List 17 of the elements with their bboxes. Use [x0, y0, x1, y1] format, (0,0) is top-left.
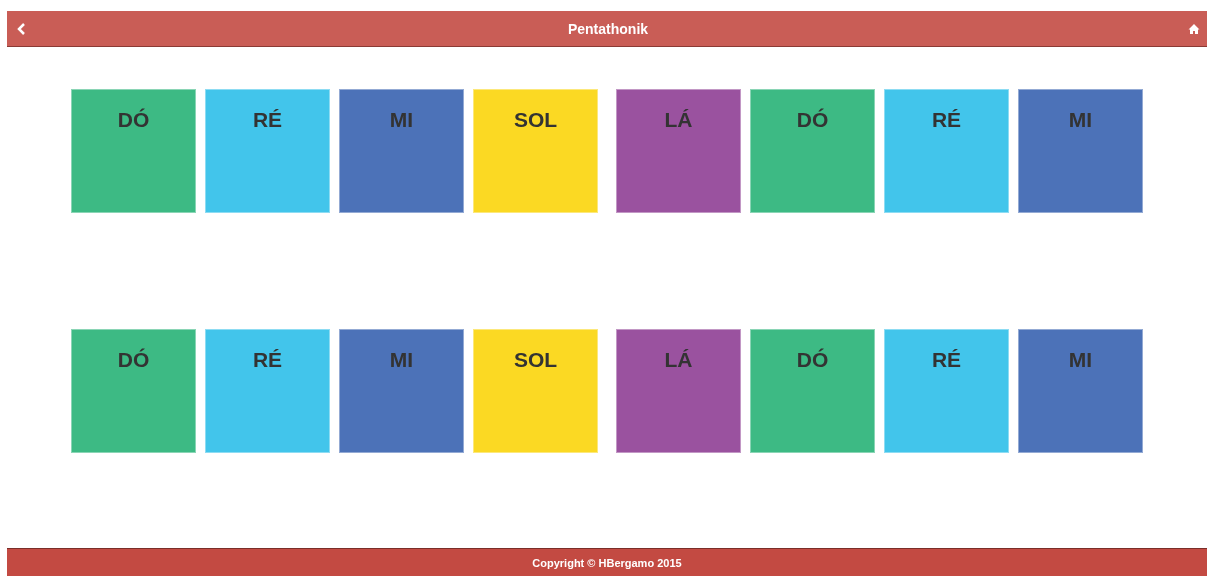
- note-tile[interactable]: SOL: [473, 329, 598, 453]
- note-tile[interactable]: RÉ: [205, 89, 330, 213]
- note-tile[interactable]: MI: [339, 89, 464, 213]
- copyright-text: Copyright © HBergamo 2015: [532, 556, 682, 569]
- note-tile[interactable]: DÓ: [71, 89, 196, 213]
- app-title: Pentathonik: [567, 20, 649, 37]
- home-icon[interactable]: [1187, 21, 1201, 36]
- note-tile[interactable]: RÉ: [884, 89, 1009, 213]
- note-tile[interactable]: RÉ: [884, 329, 1009, 453]
- note-tile[interactable]: MI: [1018, 329, 1143, 453]
- note-tile[interactable]: MI: [339, 329, 464, 453]
- note-tile[interactable]: DÓ: [750, 89, 875, 213]
- note-tile[interactable]: DÓ: [750, 329, 875, 453]
- note-tile[interactable]: RÉ: [205, 329, 330, 453]
- note-tile[interactable]: SOL: [473, 89, 598, 213]
- note-tile[interactable]: MI: [1018, 89, 1143, 213]
- note-tile[interactable]: DÓ: [71, 329, 196, 453]
